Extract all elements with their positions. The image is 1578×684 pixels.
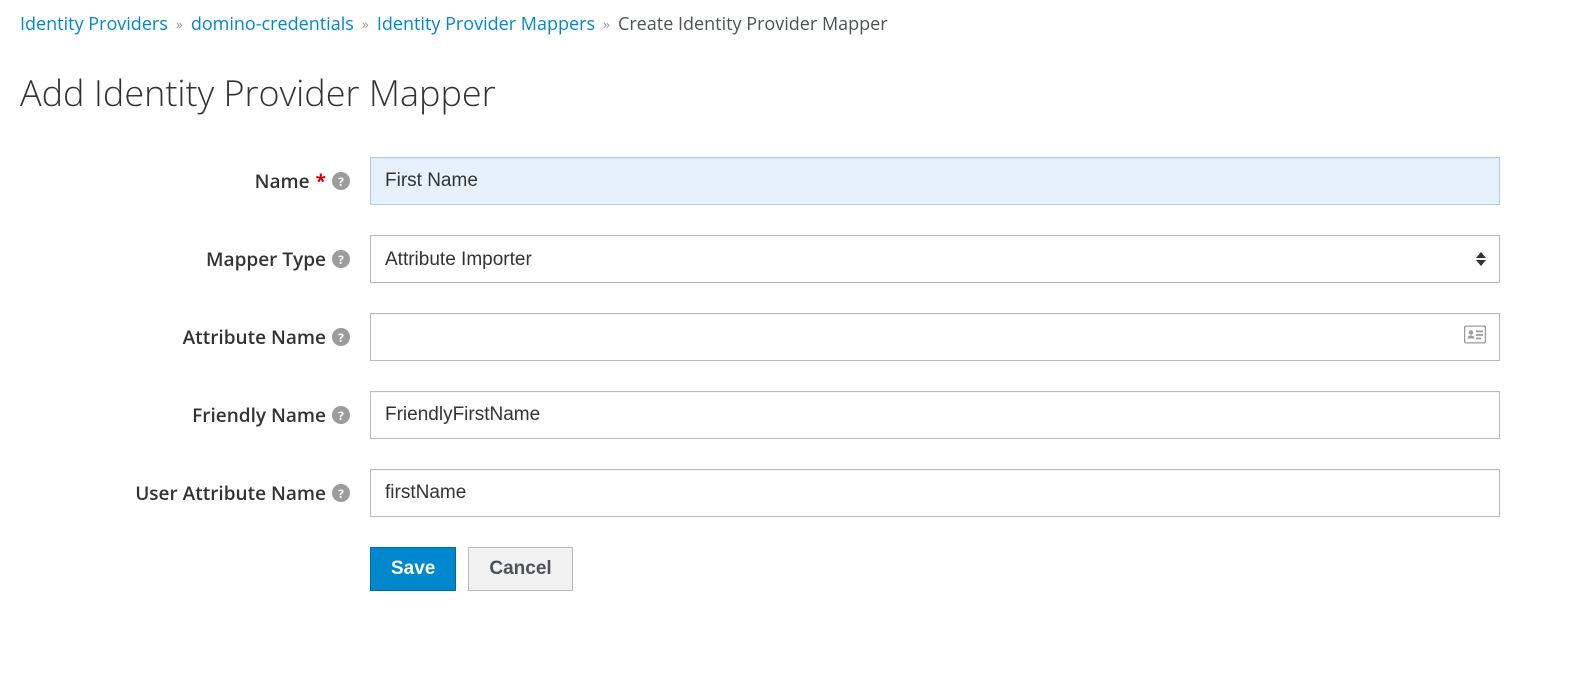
mapper-form: Name * ? Mapper Type ? Attribute Importe… <box>20 157 1558 591</box>
breadcrumb-link-identity-providers[interactable]: Identity Providers <box>20 12 168 36</box>
friendly-name-label-text: Friendly Name <box>192 402 326 428</box>
attribute-name-label-text: Attribute Name <box>183 324 326 350</box>
cancel-button[interactable]: Cancel <box>468 547 572 591</box>
breadcrumb-separator-icon: » <box>362 15 369 34</box>
help-icon[interactable]: ? <box>332 250 350 268</box>
attribute-name-label: Attribute Name ? <box>20 324 370 350</box>
form-row-friendly-name: Friendly Name ? <box>20 391 1558 439</box>
form-row-name: Name * ? <box>20 157 1558 205</box>
user-attribute-name-label: User Attribute Name ? <box>20 480 370 506</box>
user-attribute-name-label-text: User Attribute Name <box>135 480 326 506</box>
breadcrumb-link-identity-provider-mappers[interactable]: Identity Provider Mappers <box>377 12 595 36</box>
button-row: Save Cancel <box>370 547 1558 591</box>
mapper-type-label: Mapper Type ? <box>20 246 370 272</box>
breadcrumb-separator-icon: » <box>603 15 610 34</box>
name-label-text: Name <box>255 168 310 194</box>
save-button[interactable]: Save <box>370 547 456 591</box>
help-icon[interactable]: ? <box>332 172 350 190</box>
required-star-icon: * <box>316 168 326 194</box>
help-icon[interactable]: ? <box>332 328 350 346</box>
breadcrumb-separator-icon: » <box>176 15 183 34</box>
form-row-user-attribute-name: User Attribute Name ? <box>20 469 1558 517</box>
mapper-type-select[interactable]: Attribute Importer <box>370 235 1500 283</box>
name-label: Name * ? <box>20 168 370 194</box>
breadcrumb-link-domino-credentials[interactable]: domino-credentials <box>191 12 354 36</box>
help-icon[interactable]: ? <box>332 484 350 502</box>
friendly-name-input[interactable] <box>370 391 1500 439</box>
form-row-mapper-type: Mapper Type ? Attribute Importer <box>20 235 1558 283</box>
name-input[interactable] <box>370 157 1500 205</box>
breadcrumb: Identity Providers » domino-credentials … <box>20 12 1558 36</box>
friendly-name-label: Friendly Name ? <box>20 402 370 428</box>
user-attribute-name-input[interactable] <box>370 469 1500 517</box>
attribute-name-input[interactable] <box>370 313 1500 361</box>
page-title: Add Identity Provider Mapper <box>20 68 1558 117</box>
mapper-type-label-text: Mapper Type <box>206 246 326 272</box>
form-row-attribute-name: Attribute Name ? <box>20 313 1558 361</box>
breadcrumb-current: Create Identity Provider Mapper <box>618 12 888 36</box>
help-icon[interactable]: ? <box>332 406 350 424</box>
